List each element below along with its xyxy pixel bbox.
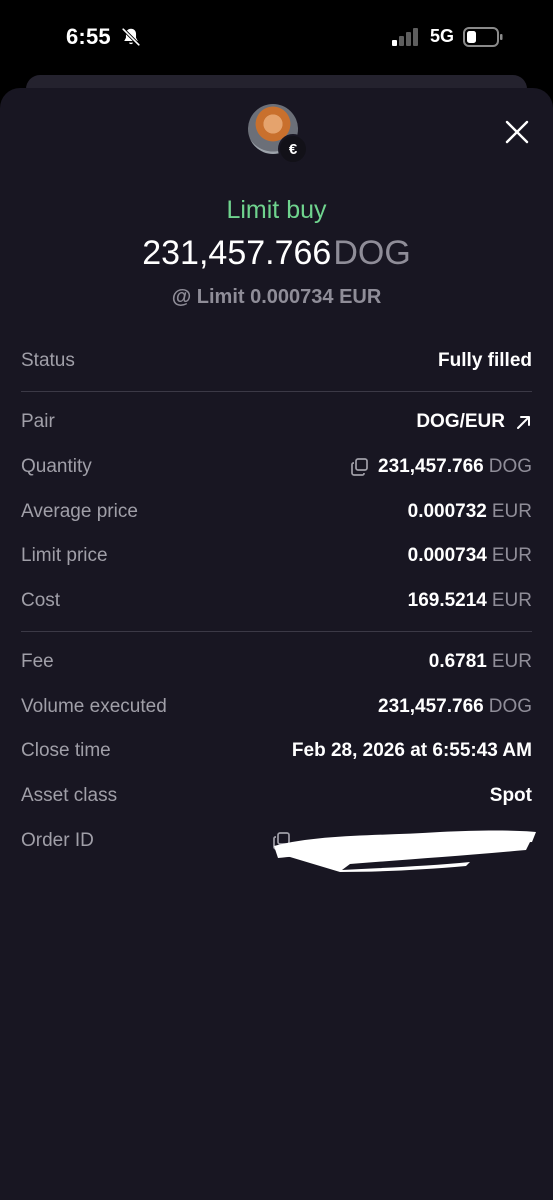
- fee-unit: EUR: [491, 651, 532, 672]
- external-link-icon[interactable]: [515, 414, 532, 431]
- status-bar: 6:55 5G: [0, 0, 553, 76]
- limit-price-value: 0.000734: [407, 545, 487, 566]
- divider: [21, 391, 532, 392]
- network-type: 5G: [430, 26, 455, 46]
- pair-label: Pair: [21, 411, 55, 432]
- pair-link[interactable]: DOG/EUR: [416, 411, 532, 433]
- volume-executed-row: Volume executed 231,457.766 DOG: [21, 690, 532, 724]
- volume-executed-label: Volume executed: [21, 696, 167, 717]
- close-icon[interactable]: [503, 118, 531, 146]
- close-time-value: Feb 28, 2026 at 6:55:43 AM: [291, 740, 532, 761]
- bell-muted-icon: [121, 27, 141, 47]
- status-time: 6:55: [66, 24, 111, 49]
- asset-avatar-group: €: [248, 104, 308, 164]
- battery-icon: [463, 27, 503, 47]
- status-row: Status Fully filled: [21, 344, 532, 378]
- close-time-label: Close time: [21, 740, 111, 761]
- limit-price-value-group: 0.000734 EUR: [408, 545, 532, 567]
- fee-value: 0.6781: [428, 651, 487, 672]
- divider: [21, 631, 532, 632]
- amount-value: 231,457.766: [142, 234, 332, 272]
- volume-executed-value: 231,457.766: [378, 696, 484, 717]
- quantity-unit: DOG: [488, 456, 532, 477]
- fee-label: Fee: [21, 651, 54, 672]
- cost-value-group: 169.5214 EUR: [408, 590, 532, 612]
- quantity-value: 231,457.766: [378, 456, 484, 477]
- asset-class-value: Spot: [489, 785, 532, 806]
- order-id-label: Order ID: [21, 830, 94, 851]
- limit-price-unit: EUR: [491, 545, 532, 566]
- order-type-title: Limit buy: [226, 196, 327, 224]
- order-details-sheet: € Limit buy 231,457.766DOG @ Limit 0.000…: [0, 88, 553, 1200]
- euro-currency-badge: €: [278, 134, 308, 164]
- limit-price-subtitle: @ Limit 0.000734 EUR: [171, 286, 382, 308]
- fee-row: Fee 0.6781 EUR: [21, 645, 532, 679]
- cost-row: Cost 169.5214 EUR: [21, 584, 532, 618]
- cost-value: 169.5214: [407, 590, 487, 611]
- quantity-row: Quantity 231,457.766 DOG: [21, 450, 532, 484]
- copy-icon[interactable]: [350, 457, 370, 477]
- average-price-value-group: 0.000732 EUR: [408, 501, 532, 523]
- order-amount: 231,457.766DOG: [0, 234, 553, 273]
- cost-unit: EUR: [491, 590, 532, 611]
- order-id-redaction: [274, 830, 536, 872]
- quantity-value-group: 231,457.766 DOG: [350, 456, 532, 478]
- pair-row: Pair DOG/EUR: [21, 405, 532, 439]
- volume-executed-value-group: 231,457.766 DOG: [378, 696, 532, 718]
- fee-value-group: 0.6781 EUR: [429, 651, 532, 673]
- average-price-unit: EUR: [491, 501, 532, 522]
- signal-icon: [392, 28, 418, 46]
- status-label: Status: [21, 350, 75, 371]
- average-price-label: Average price: [21, 501, 138, 522]
- quantity-label: Quantity: [21, 456, 92, 477]
- average-price-row: Average price 0.000732 EUR: [21, 495, 532, 529]
- volume-executed-unit: DOG: [488, 696, 532, 717]
- limit-price-row: Limit price 0.000734 EUR: [21, 539, 532, 573]
- asset-class-row: Asset class Spot: [21, 779, 532, 813]
- close-time-row: Close time Feb 28, 2026 at 6:55:43 AM: [21, 734, 532, 768]
- average-price-value: 0.000732: [407, 501, 487, 522]
- limit-price-label: Limit price: [21, 545, 108, 566]
- status-value: Fully filled: [438, 350, 532, 371]
- amount-asset: DOG: [333, 234, 411, 272]
- cost-label: Cost: [21, 590, 61, 611]
- asset-class-label: Asset class: [21, 785, 118, 806]
- pair-value[interactable]: DOG/EUR: [416, 411, 505, 433]
